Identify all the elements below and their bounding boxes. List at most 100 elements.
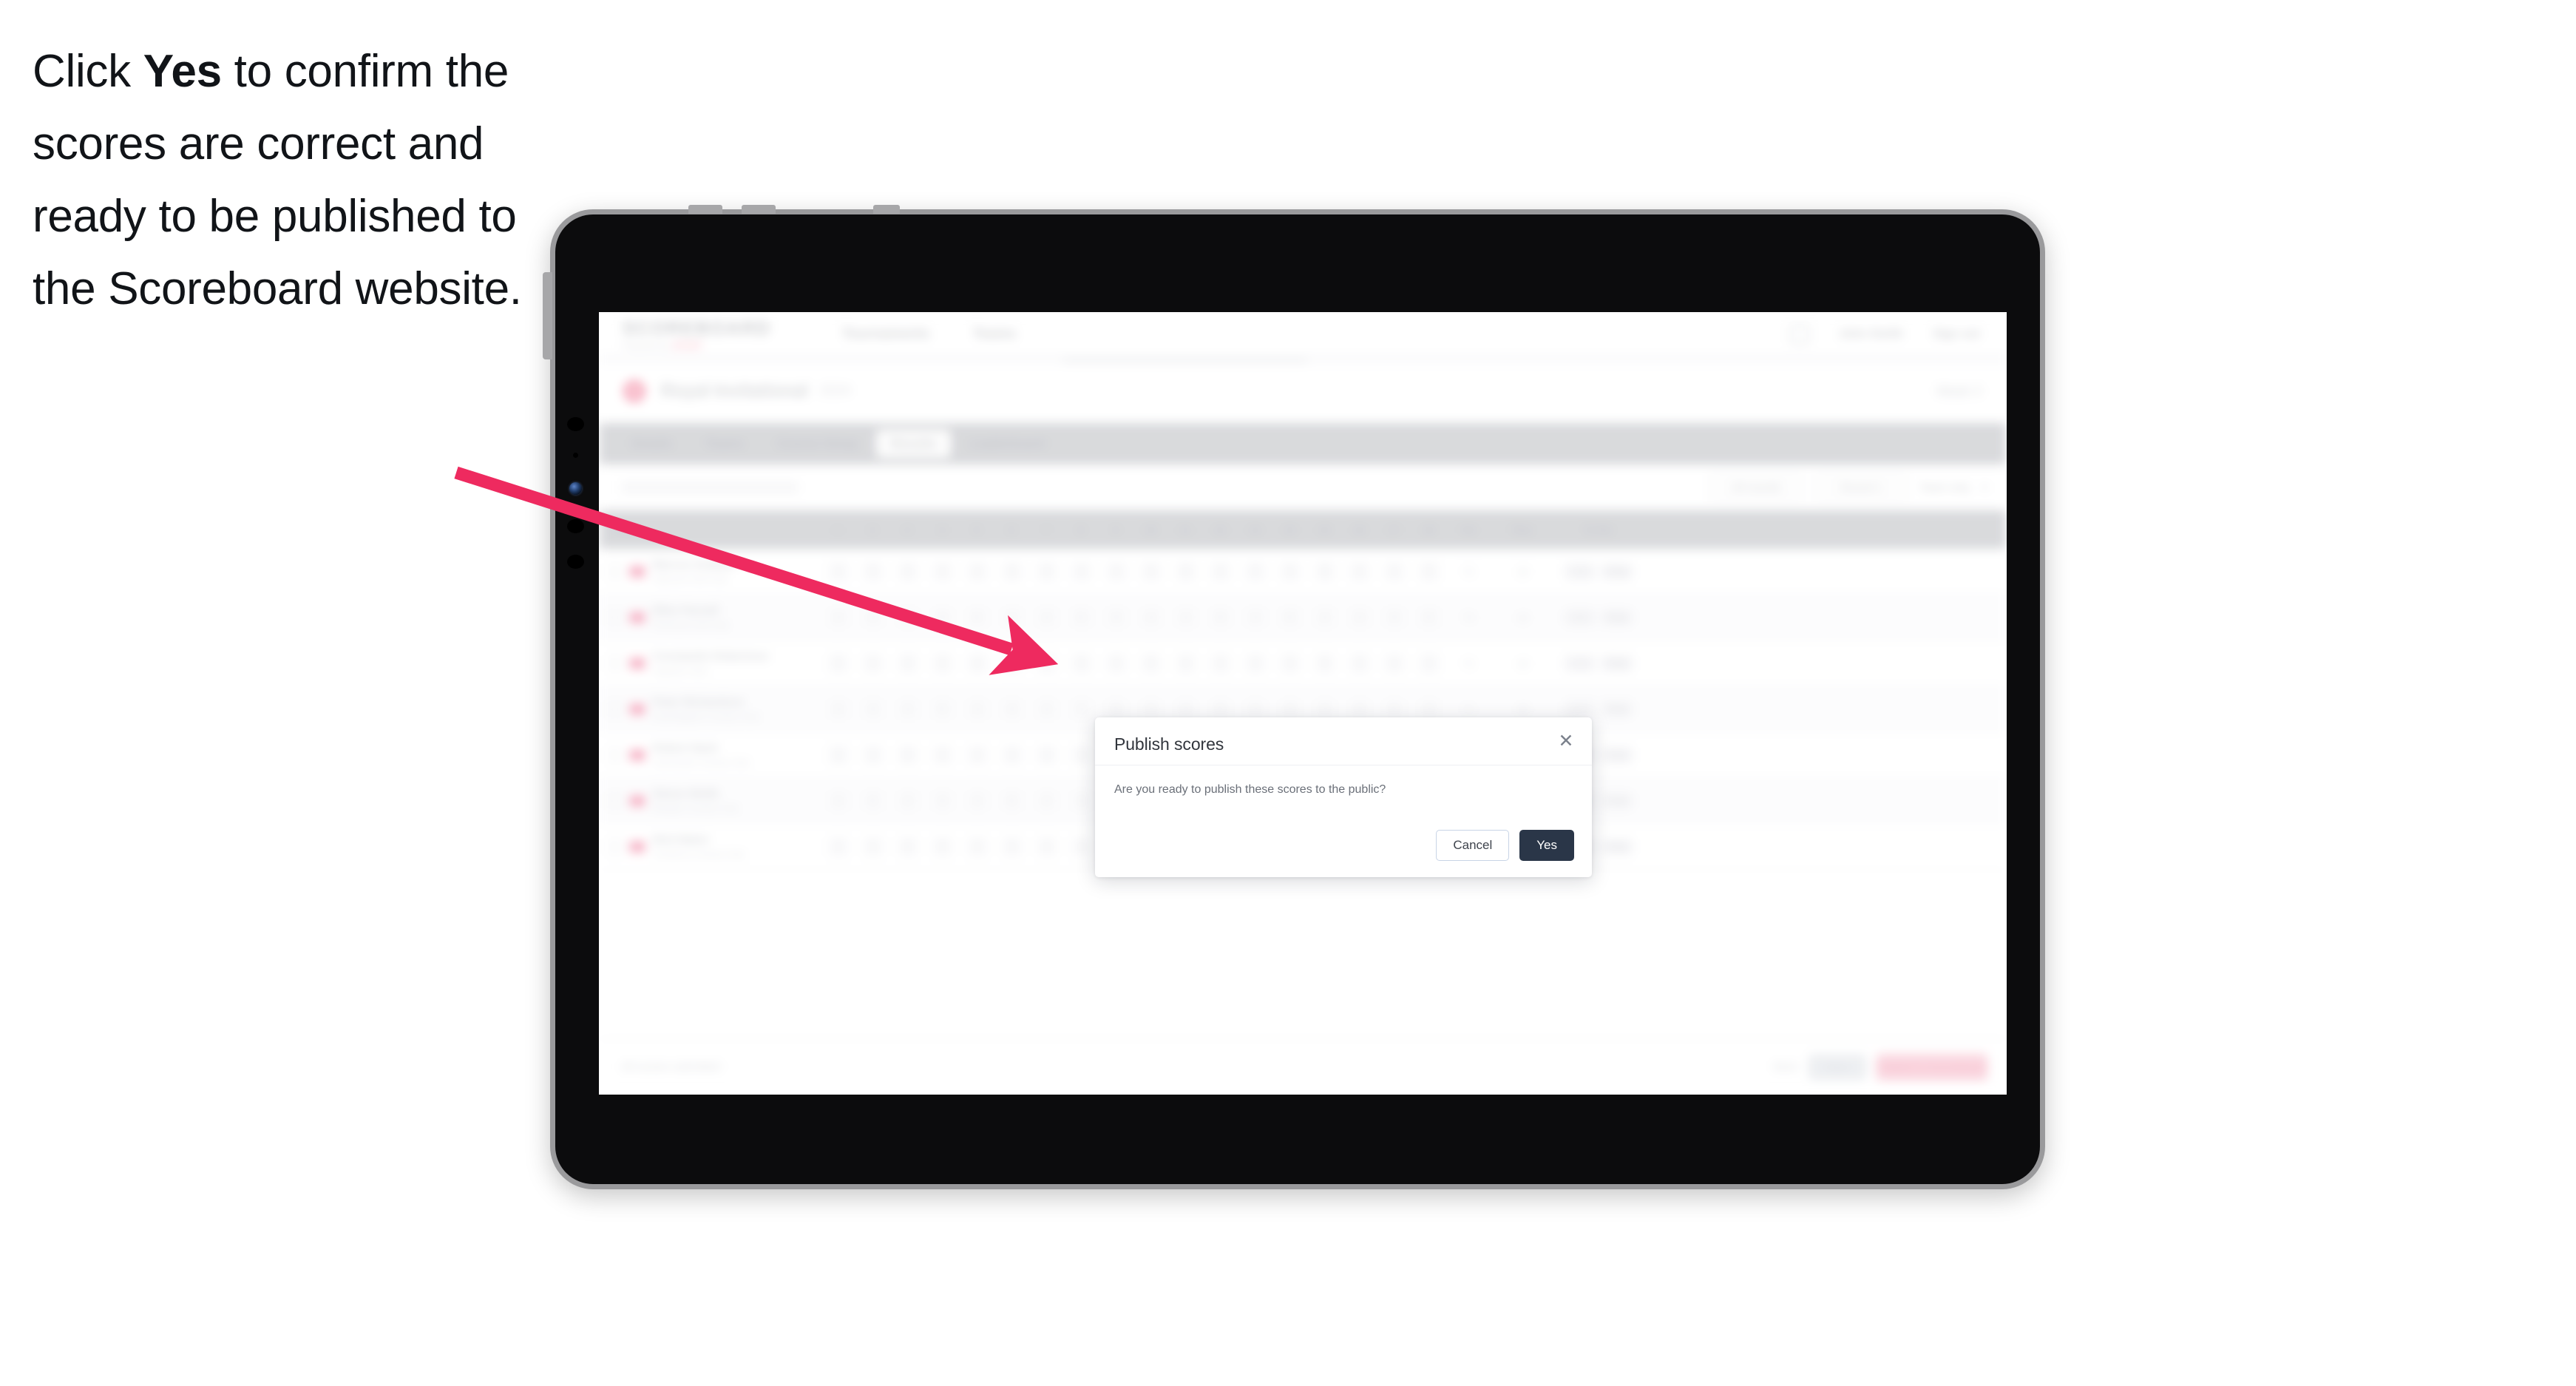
tab-details[interactable]: Details: [617, 430, 688, 458]
score-cell[interactable]: 4: [1168, 640, 1203, 686]
bell-icon[interactable]: [1789, 324, 1809, 344]
tab-teams[interactable]: Teams: [691, 430, 759, 458]
score-cell[interactable]: 4: [1377, 640, 1411, 686]
tab-results[interactable]: Results: [875, 430, 952, 458]
table-row[interactable]: Ellen Parnell Pinehurst Golf Club 4 4 4 3 5 4 4 5…: [599, 595, 2007, 640]
score-cell[interactable]: 4: [925, 549, 960, 594]
yes-button[interactable]: Yes: [1519, 830, 1574, 861]
row-select-checkbox[interactable]: [608, 747, 623, 763]
tab-course-setup[interactable]: Course Setup: [762, 430, 873, 458]
score-cell[interactable]: 4: [1203, 549, 1238, 594]
score-cell[interactable]: 4: [855, 824, 890, 869]
nav-user-name[interactable]: John Smith: [1839, 328, 1903, 341]
score-cell[interactable]: 4: [1272, 549, 1307, 594]
row-select-checkbox[interactable]: [608, 839, 623, 854]
score-cell[interactable]: 4: [855, 640, 890, 686]
score-cell[interactable]: 5: [1411, 595, 1446, 640]
score-cell[interactable]: 5: [994, 778, 1029, 823]
score-cell[interactable]: 3: [925, 778, 960, 823]
nav-signout-link[interactable]: Sign out: [1933, 328, 1980, 341]
score-cell[interactable]: 5: [1029, 549, 1064, 594]
score-cell[interactable]: 3: [1342, 640, 1377, 686]
score-cell[interactable]: 4: [1168, 595, 1203, 640]
score-cell[interactable]: 3: [890, 549, 925, 594]
score-cell[interactable]: 4: [890, 595, 925, 640]
table-row[interactable]: Constantin Robertson Augusta Links 5 4 3 4 4 4 3…: [599, 640, 2007, 686]
score-cell[interactable]: 5: [1272, 595, 1307, 640]
close-icon[interactable]: ✕: [1556, 731, 1576, 751]
score-cell[interactable]: 4: [925, 732, 960, 777]
score-cell[interactable]: 4: [821, 549, 855, 594]
score-cell[interactable]: 4: [1029, 824, 1064, 869]
tab-leaderboard[interactable]: Leaderboard: [954, 430, 1060, 458]
back-button[interactable]: Back: [1774, 1061, 1798, 1073]
score-cell[interactable]: 3: [994, 549, 1029, 594]
score-cell[interactable]: 3: [1168, 549, 1203, 594]
score-cell[interactable]: 4: [1411, 640, 1446, 686]
cancel-button[interactable]: Cancel: [1436, 830, 1510, 861]
score-cell[interactable]: 4: [960, 778, 994, 823]
filter-round[interactable]: Round 1: [1814, 474, 1908, 501]
score-cell[interactable]: 4: [925, 640, 960, 686]
score-cell[interactable]: 3: [1029, 732, 1064, 777]
score-cell[interactable]: 3: [1029, 640, 1064, 686]
score-cell[interactable]: 5: [855, 549, 890, 594]
score-cell[interactable]: 5: [960, 595, 994, 640]
score-cell[interactable]: 5: [1411, 549, 1446, 594]
table-row[interactable]: Marcus Graham Oakmont Golf Club 4 5 3 4 4 3 5 4 4 4…: [599, 549, 2007, 595]
score-cell[interactable]: 4: [994, 595, 1029, 640]
score-cell[interactable]: 4: [1064, 732, 1099, 777]
score-cell[interactable]: 3: [1377, 595, 1411, 640]
score-cell[interactable]: 5: [1133, 640, 1168, 686]
score-cell[interactable]: 4: [1238, 595, 1272, 640]
row-select-checkbox[interactable]: [608, 793, 623, 808]
score-cell[interactable]: 5: [1064, 595, 1099, 640]
score-cell[interactable]: 4: [1133, 549, 1168, 594]
score-cell[interactable]: 5: [890, 732, 925, 777]
row-select-checkbox[interactable]: [608, 609, 623, 625]
score-cell[interactable]: 3: [890, 824, 925, 869]
score-cell[interactable]: 4: [994, 640, 1029, 686]
score-cell[interactable]: 4: [960, 549, 994, 594]
score-cell[interactable]: 4: [1064, 686, 1099, 731]
nav-link-tournaments[interactable]: Tournaments: [842, 326, 930, 342]
filter-round-range[interactable]: All rounds: [1709, 474, 1803, 501]
score-cell[interactable]: 3: [890, 640, 925, 686]
score-cell[interactable]: 4: [855, 595, 890, 640]
score-cell[interactable]: 4: [994, 824, 1029, 869]
row-select-checkbox[interactable]: [608, 701, 623, 717]
score-cell[interactable]: 4: [890, 686, 925, 731]
score-cell[interactable]: 4: [1099, 640, 1133, 686]
score-cell[interactable]: 4: [1029, 686, 1064, 731]
score-cell[interactable]: 5: [925, 824, 960, 869]
score-cell[interactable]: 3: [1203, 595, 1238, 640]
score-cell[interactable]: 3: [1099, 595, 1133, 640]
publish-button[interactable]: Publish to Scoreboard: [1877, 1053, 1987, 1081]
row-select-checkbox[interactable]: [608, 655, 623, 671]
power-button[interactable]: [543, 272, 552, 359]
row-select-checkbox[interactable]: [608, 564, 623, 579]
score-cell[interactable]: 4: [821, 595, 855, 640]
score-cell[interactable]: 3: [855, 686, 890, 731]
score-cell[interactable]: 3: [1238, 640, 1272, 686]
score-cell[interactable]: 4: [1342, 549, 1377, 594]
score-cell[interactable]: 3: [1064, 778, 1099, 823]
score-cell[interactable]: 4: [960, 824, 994, 869]
score-cell[interactable]: 4: [1029, 595, 1064, 640]
brand-logo[interactable]: SCOREBOARD Powered by SPORT: [623, 318, 771, 351]
score-cell[interactable]: 3: [925, 595, 960, 640]
score-cell[interactable]: 4: [855, 732, 890, 777]
score-cell[interactable]: 4: [1064, 824, 1099, 869]
score-cell[interactable]: 5: [855, 778, 890, 823]
score-cell[interactable]: 4: [1203, 640, 1238, 686]
score-cell[interactable]: 5: [821, 640, 855, 686]
score-cell[interactable]: 3: [821, 732, 855, 777]
score-cell[interactable]: 4: [960, 640, 994, 686]
score-cell[interactable]: 5: [925, 686, 960, 731]
score-cell[interactable]: 4: [960, 732, 994, 777]
score-cell[interactable]: 5: [1064, 640, 1099, 686]
save-button[interactable]: Save: [1809, 1054, 1866, 1080]
score-cell[interactable]: 5: [1307, 640, 1342, 686]
score-cell[interactable]: 4: [821, 686, 855, 731]
score-cell[interactable]: 4: [1029, 778, 1064, 823]
